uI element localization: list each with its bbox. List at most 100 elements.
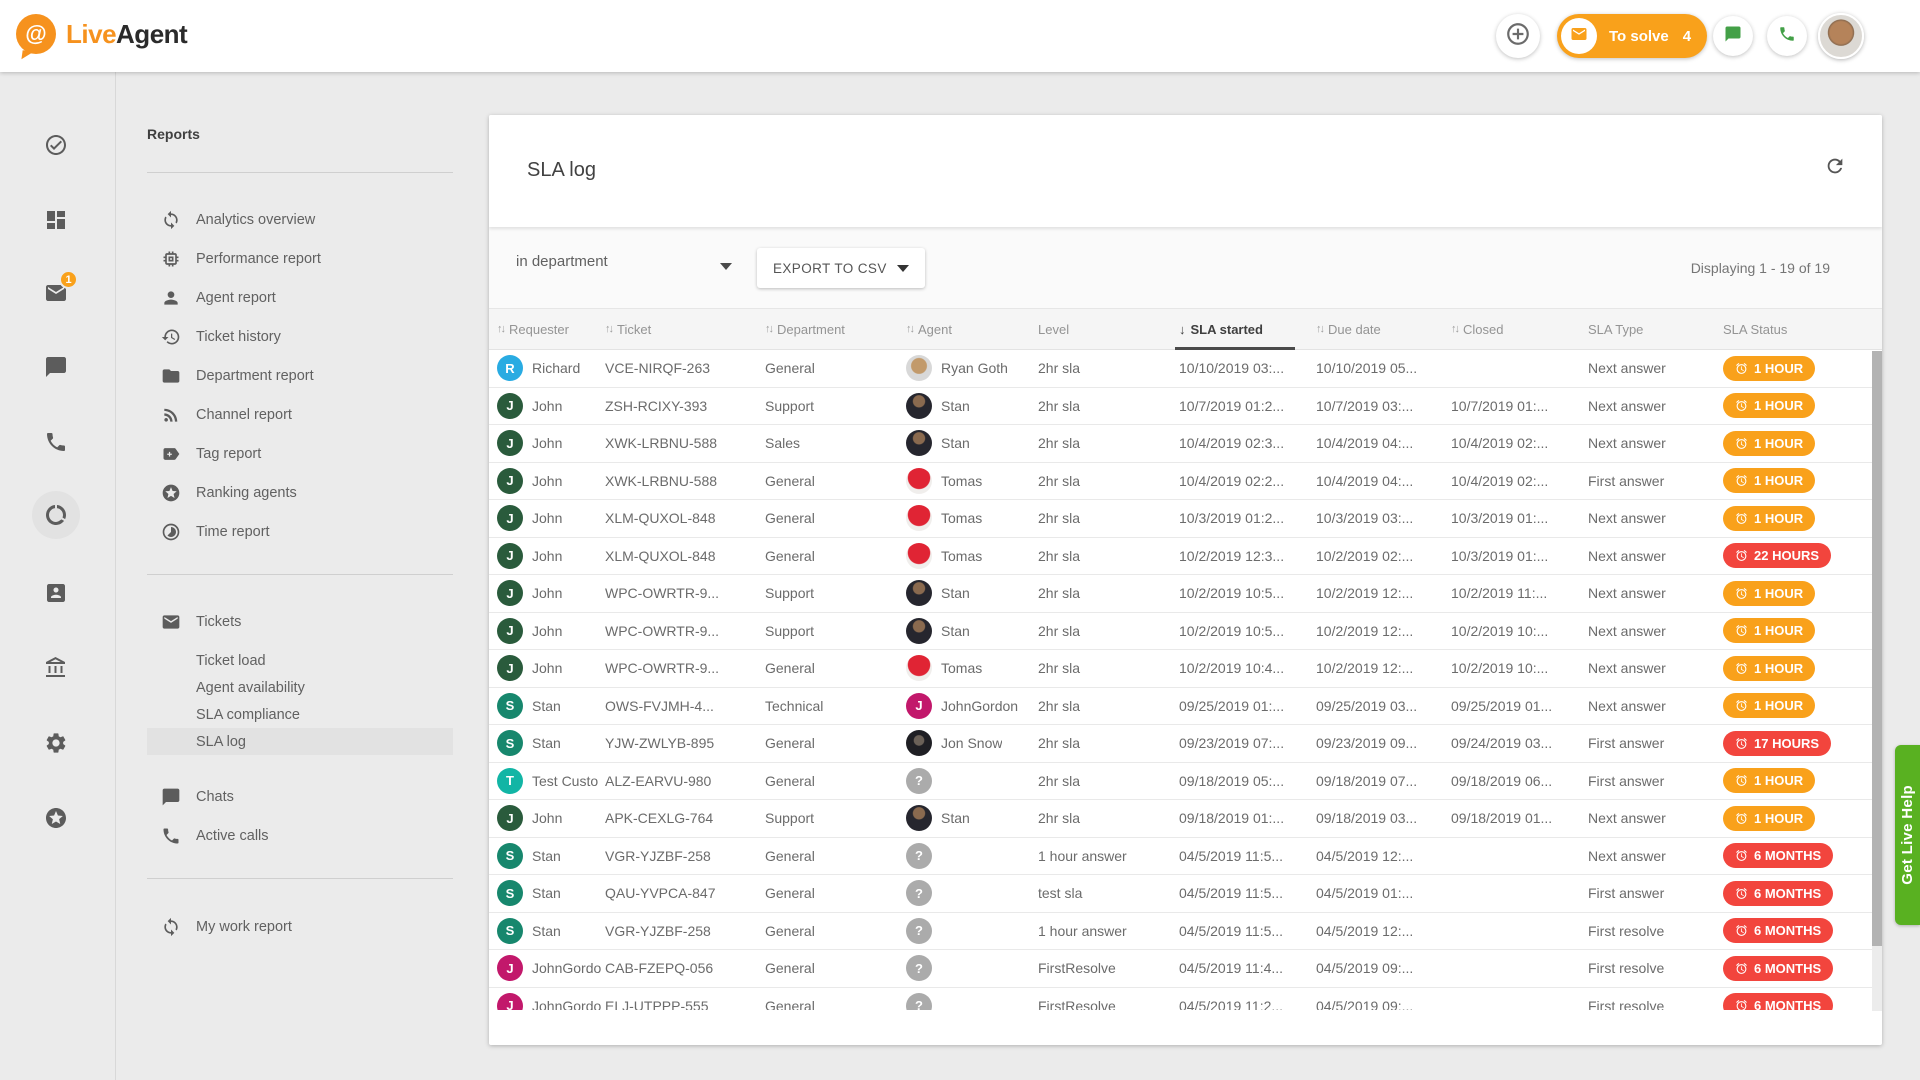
- cell-closed: [1451, 913, 1588, 950]
- unknown-avatar: ?: [906, 918, 932, 944]
- add-button[interactable]: [1496, 14, 1540, 58]
- cell-closed: 10/2/2019 10:...: [1451, 613, 1588, 650]
- sidebar-subitem-sla-compliance[interactable]: SLA compliance: [147, 701, 453, 728]
- table-row[interactable]: JJohn WPC-OWRTR-9... General Tomas 2hr s…: [489, 650, 1882, 688]
- to-solve-button[interactable]: To solve 4: [1557, 14, 1707, 58]
- sidebar-subitem-ticket-load[interactable]: Ticket load: [147, 647, 453, 674]
- nav-item-label: Channel report: [196, 407, 292, 423]
- cell-sla-started: 09/18/2019 01:...: [1179, 800, 1316, 837]
- column-header-agent[interactable]: ↑↓Agent: [906, 309, 1038, 349]
- table-row[interactable]: SStan OWS-FVJMH-4... Technical JJohnGord…: [489, 688, 1882, 726]
- alarm-icon: [1735, 812, 1748, 825]
- table-row[interactable]: JJohnGordo ELJ-UTPPP-555 General ? First…: [489, 988, 1882, 1011]
- cell-sla-started: 10/2/2019 10:5...: [1179, 613, 1316, 650]
- cell-level: 2hr sla: [1038, 763, 1179, 800]
- cell-agent: Jon Snow: [906, 725, 1038, 762]
- cell-level: 2hr sla: [1038, 500, 1179, 537]
- column-header-ticket[interactable]: ↑↓Ticket: [605, 309, 765, 349]
- rail-item-data-usage[interactable]: [32, 491, 80, 539]
- table-row[interactable]: JJohn XLM-QUXOL-848 General Tomas 2hr sl…: [489, 500, 1882, 538]
- reports-nav: Reports Analytics overview Performance r…: [147, 126, 453, 946]
- unknown-avatar: ?: [906, 880, 932, 906]
- table-row[interactable]: SStan YJW-ZWLYB-895 General Jon Snow 2hr…: [489, 725, 1882, 763]
- unknown-avatar: ?: [906, 955, 932, 981]
- sidebar-item-my-work-report[interactable]: My work report: [147, 907, 453, 946]
- table-row[interactable]: SStan QAU-YVPCA-847 General ? test sla 0…: [489, 875, 1882, 913]
- sidebar-item-ranking-agents[interactable]: Ranking agents: [147, 473, 453, 512]
- cell-agent: ?: [906, 763, 1038, 800]
- refresh-button[interactable]: [1824, 155, 1846, 182]
- sidebar-item-agent-report[interactable]: Agent report: [147, 278, 453, 317]
- sidebar-item-time-report[interactable]: Time report: [147, 512, 453, 551]
- cell-sla-type: Next answer: [1588, 425, 1723, 462]
- table-row[interactable]: JJohn XLM-QUXOL-848 General Tomas 2hr sl…: [489, 538, 1882, 576]
- cell-requester: JJohnGordo: [497, 950, 605, 987]
- user-avatar[interactable]: [1818, 13, 1864, 59]
- liveagent-logo[interactable]: @ LiveAgent: [16, 14, 187, 54]
- cell-sla-status: 1 HOUR: [1723, 763, 1872, 800]
- cell-closed: [1451, 950, 1588, 987]
- sidebar-subitem-sla-log[interactable]: SLA log: [147, 728, 453, 755]
- nav-section-title: Reports: [147, 126, 453, 146]
- dashboard-icon: [44, 208, 68, 232]
- sidebar-item-active-calls[interactable]: Active calls: [147, 816, 453, 855]
- get-live-help-tab[interactable]: Get Live Help: [1895, 745, 1920, 925]
- sidebar-group-tickets[interactable]: Tickets: [147, 602, 453, 641]
- cell-ticket: ALZ-EARVU-980: [605, 763, 765, 800]
- rail-item-mail[interactable]: 1: [32, 269, 80, 317]
- rail-item-chat[interactable]: [32, 343, 80, 391]
- cell-requester: JJohn: [497, 613, 605, 650]
- avatar: S: [497, 880, 523, 906]
- nav-subitem-label: SLA log: [196, 734, 246, 750]
- table-row[interactable]: JJohn XWK-LRBNU-588 General Tomas 2hr sl…: [489, 463, 1882, 501]
- rail-item-bank[interactable]: [32, 644, 80, 692]
- sidebar-item-ticket-history[interactable]: Ticket history: [147, 317, 453, 356]
- table-row[interactable]: JJohn ZSH-RCIXY-393 Support Stan 2hr sla…: [489, 388, 1882, 426]
- cell-sla-type: Next answer: [1588, 575, 1723, 612]
- table-row[interactable]: RRichard VCE-NIRQF-263 General Ryan Goth…: [489, 350, 1882, 388]
- status-badge: 1 HOUR: [1723, 806, 1815, 831]
- sidebar-item-tag-report[interactable]: Tag report: [147, 434, 453, 473]
- table-scrollbar[interactable]: [1872, 351, 1882, 1011]
- table-row[interactable]: SStan VGR-YJZBF-258 General ? 1 hour ans…: [489, 838, 1882, 876]
- chats-button[interactable]: [1713, 16, 1753, 56]
- calls-button[interactable]: [1767, 16, 1807, 56]
- sidebar-item-analytics-overview[interactable]: Analytics overview: [147, 200, 453, 239]
- rail-item-phone[interactable]: [32, 418, 80, 466]
- top-bar: @ LiveAgent To solve 4: [0, 0, 1920, 72]
- cell-sla-started: 09/25/2019 01:...: [1179, 688, 1316, 725]
- sidebar-item-department-report[interactable]: Department report: [147, 356, 453, 395]
- cell-closed: 09/25/2019 01...: [1451, 688, 1588, 725]
- table-row[interactable]: JJohn APK-CEXLG-764 Support Stan 2hr sla…: [489, 800, 1882, 838]
- column-header-requester[interactable]: ↑↓Requester: [497, 309, 605, 349]
- cell-ticket: WPC-OWRTR-9...: [605, 613, 765, 650]
- rail-item-check-circle[interactable]: [32, 121, 80, 169]
- department-filter-dropdown[interactable]: in department: [516, 253, 736, 270]
- sidebar-subitem-agent-availability[interactable]: Agent availability: [147, 674, 453, 701]
- export-to-csv-button[interactable]: EXPORT TO CSV: [757, 248, 925, 288]
- sidebar-item-performance-report[interactable]: Performance report: [147, 239, 453, 278]
- column-header-department[interactable]: ↑↓Department: [765, 309, 906, 349]
- sort-icon: ↑↓: [765, 323, 772, 335]
- sidebar-item-channel-report[interactable]: Channel report: [147, 395, 453, 434]
- column-header-level: Level: [1038, 309, 1179, 349]
- cell-ticket: WPC-OWRTR-9...: [605, 650, 765, 687]
- column-header-due-date[interactable]: ↑↓Due date: [1316, 309, 1451, 349]
- star-circle-icon: [161, 483, 181, 503]
- column-header-sla-started[interactable]: ↓SLA started: [1179, 309, 1316, 349]
- table-row[interactable]: JJohn XWK-LRBNU-588 Sales Stan 2hr sla 1…: [489, 425, 1882, 463]
- table-row[interactable]: JJohnGordo CAB-FZEPQ-056 General ? First…: [489, 950, 1882, 988]
- cell-agent: ?: [906, 913, 1038, 950]
- rail-item-star-circle[interactable]: [32, 794, 80, 842]
- rail-item-gear[interactable]: [32, 719, 80, 767]
- scrollbar-thumb[interactable]: [1872, 351, 1882, 946]
- column-header-closed[interactable]: ↑↓Closed: [1451, 309, 1588, 349]
- rail-item-contact-card[interactable]: [32, 569, 80, 617]
- table-row[interactable]: JJohn WPC-OWRTR-9... Support Stan 2hr sl…: [489, 613, 1882, 651]
- table-row[interactable]: JJohn WPC-OWRTR-9... Support Stan 2hr sl…: [489, 575, 1882, 613]
- table-row[interactable]: SStan VGR-YJZBF-258 General ? 1 hour ans…: [489, 913, 1882, 951]
- sidebar-item-chats[interactable]: Chats: [147, 777, 453, 816]
- rail-item-dashboard[interactable]: [32, 196, 80, 244]
- table-row[interactable]: TTest Custo ALZ-EARVU-980 General ? 2hr …: [489, 763, 1882, 801]
- chevron-down-icon[interactable]: [720, 263, 732, 270]
